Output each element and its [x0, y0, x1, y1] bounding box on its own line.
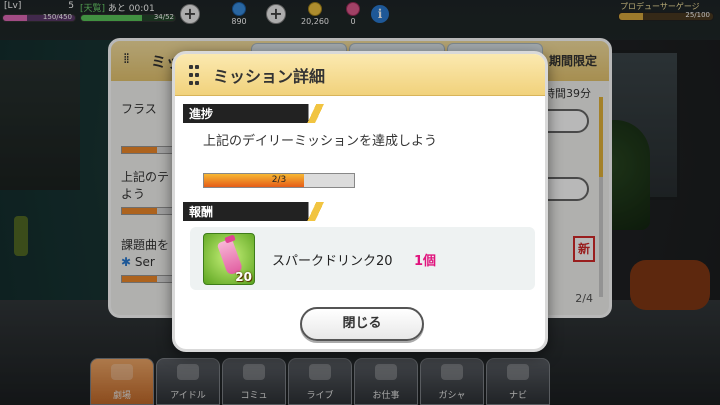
reward-section-label: 報酬: [189, 205, 214, 219]
drag-handle-icon: [189, 64, 201, 86]
drink-cap-shape: [224, 234, 236, 244]
progress-section-header: 進捗: [183, 104, 329, 123]
sparkle-drink-icon: 20: [203, 233, 255, 285]
mission-progress-text: 2/3: [271, 175, 287, 185]
reward-icon-badge: 20: [235, 270, 252, 284]
mission-progress-bar: 2/3: [203, 173, 355, 188]
reward-count: 1個: [414, 254, 437, 269]
reward-name: スパークドリンク20: [272, 254, 393, 269]
mission-description: 上記のデイリーミッションを達成しよう: [203, 134, 438, 149]
reward-item: 20 スパークドリンク20 1個: [190, 227, 535, 290]
reward-section-header: 報酬: [183, 202, 329, 221]
close-button[interactable]: 閉じる: [300, 307, 424, 341]
dialog-header: ミッション詳細: [175, 54, 545, 96]
progress-section-label: 進捗: [189, 107, 214, 121]
section-stripe: [307, 104, 329, 123]
section-stripe: [307, 202, 329, 221]
dialog-title: ミッション詳細: [213, 67, 326, 86]
mission-detail-dialog: ミッション詳細 進捗 上記のデイリーミッションを達成しよう 2/3 報酬 20 …: [172, 51, 548, 352]
